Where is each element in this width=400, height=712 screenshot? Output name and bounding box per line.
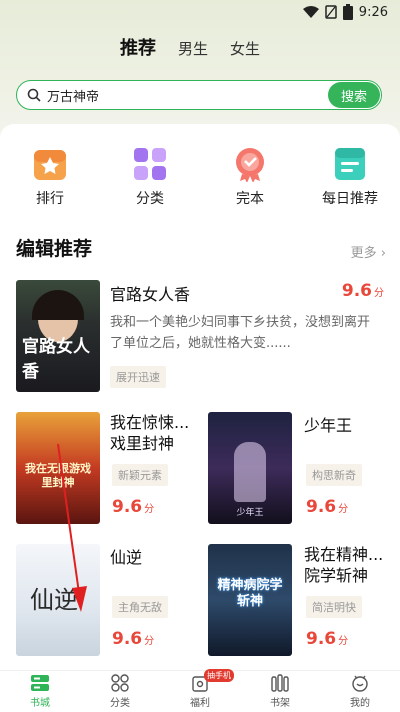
bookshelf-icon [271,674,289,692]
profile-icon [352,675,368,692]
nav-profile[interactable]: 我的 [320,671,400,712]
welfare-badge: 抽手机 [204,669,234,682]
nav-category[interactable]: 分类 [80,671,160,712]
nav-bookshelf[interactable]: 书架 [240,671,320,712]
bottom-nav: 书城 分类 抽手机 福利 书架 我的 [0,669,400,712]
bookstore-icon [31,675,49,691]
annotation-arrow [57,443,87,612]
grid-icon [111,674,129,692]
nav-welfare[interactable]: 抽手机 福利 [160,669,240,712]
nav-bookstore[interactable]: 书城 [0,671,80,712]
